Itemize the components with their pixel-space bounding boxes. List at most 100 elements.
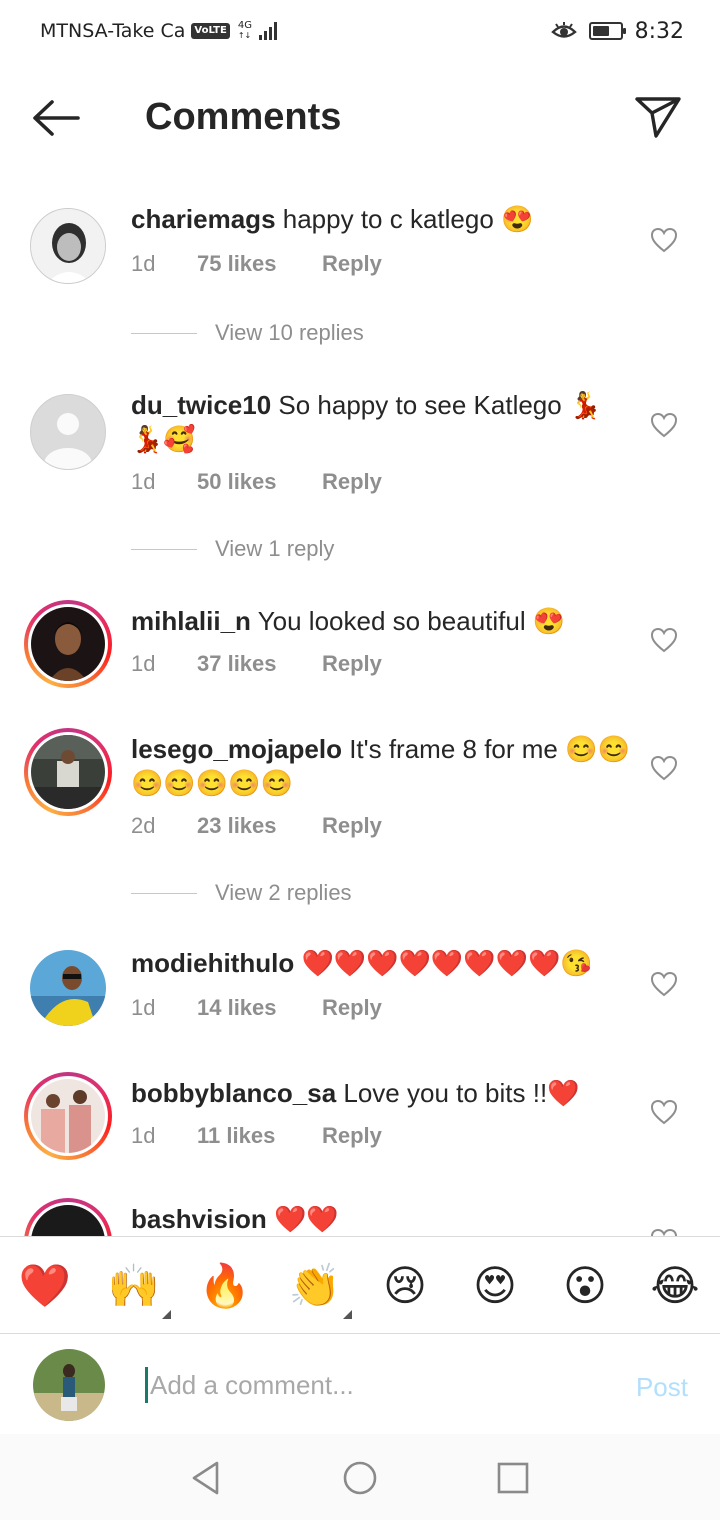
system-nav-bar	[0, 1434, 720, 1520]
comment-message: You looked so beautiful 😍	[257, 606, 566, 636]
status-right: 8:32	[550, 18, 684, 44]
emoji-heart-button[interactable]: ❤️	[18, 1259, 72, 1313]
avatar[interactable]	[24, 944, 112, 1032]
comment-username[interactable]: bobbyblanco_sa	[131, 1078, 336, 1108]
emoji-reaction-bar: ❤️ 🙌 🔥 👏 😢 😍 😮 😂	[0, 1236, 720, 1334]
network-type: 4G ↑↓	[237, 20, 252, 41]
comment-likes[interactable]: 50 likes	[197, 469, 322, 495]
square-recents-icon[interactable]	[493, 1458, 533, 1498]
avatar[interactable]	[24, 202, 112, 290]
comment-text: mihlalii_n You looked so beautiful 😍	[131, 604, 631, 638]
eye-comfort-icon	[550, 22, 577, 38]
comment-text: modiehithulo ❤️❤️❤️❤️❤️❤️❤️❤️😘	[131, 946, 631, 980]
reply-button[interactable]: Reply	[322, 469, 382, 495]
comment-likes[interactable]: 14 likes	[197, 995, 322, 1021]
comment-meta: 1d 37 likes Reply	[131, 651, 382, 677]
heart-icon[interactable]	[650, 412, 678, 438]
heart-icon[interactable]	[650, 1228, 678, 1236]
emoji-raised-hands-button[interactable]: 🙌	[107, 1259, 171, 1319]
view-replies-button[interactable]: View 10 replies	[131, 320, 364, 346]
divider	[131, 892, 197, 894]
heart-icon[interactable]	[650, 971, 678, 997]
comment-text: bobbyblanco_sa Love you to bits !!❤️	[131, 1076, 631, 1110]
comment-message: ❤️❤️❤️❤️❤️❤️❤️❤️😘	[301, 948, 593, 978]
avatar[interactable]	[24, 388, 112, 476]
current-user-avatar	[33, 1349, 105, 1421]
comment-input[interactable]	[145, 1367, 585, 1403]
avatar[interactable]	[24, 728, 112, 816]
comment-time: 1d	[131, 995, 156, 1020]
emoji-surprised-button[interactable]: 😮	[558, 1259, 612, 1313]
paper-plane-icon[interactable]	[634, 94, 682, 140]
view-replies-button[interactable]: View 2 replies	[131, 880, 352, 906]
emoji-clap-button[interactable]: 👏	[288, 1259, 352, 1319]
emoji-heart-eyes-button[interactable]: 😍	[468, 1259, 522, 1313]
view-replies-label: View 10 replies	[215, 320, 364, 345]
comment-text: du_twice10 So happy to see Katlego 💃💃🥰	[131, 388, 621, 456]
comment-meta: 1d 50 likes Reply	[131, 469, 382, 495]
view-replies-label: View 1 reply	[215, 536, 335, 561]
comment-text: bashvision ❤️❤️	[131, 1202, 631, 1236]
signal-icon	[258, 22, 277, 40]
page-title: Comments	[145, 96, 342, 138]
comment-time: 1d	[131, 1123, 156, 1148]
view-replies-label: View 2 replies	[215, 880, 352, 905]
comment-username[interactable]: bashvision	[131, 1204, 267, 1234]
triangle-back-icon[interactable]	[186, 1458, 226, 1498]
skin-tone-indicator-icon	[343, 1310, 352, 1319]
view-replies-button[interactable]: View 1 reply	[131, 536, 334, 562]
status-bar: MTNSA-Take Ca VoLTE 4G ↑↓ 8:32	[0, 0, 720, 62]
emoji-laughing-button[interactable]: 😂	[648, 1259, 702, 1313]
comment-username[interactable]: modiehithulo	[131, 948, 294, 978]
comment-meta: 1d 11 likes Reply	[131, 1123, 382, 1149]
skin-tone-indicator-icon	[162, 1310, 171, 1319]
comment-time: 2d	[131, 813, 156, 838]
divider	[131, 548, 197, 550]
battery-icon	[588, 22, 626, 40]
comment-message: Love you to bits !!❤️	[343, 1078, 580, 1108]
comment-username[interactable]: mihlalii_n	[131, 606, 251, 636]
divider	[131, 332, 197, 334]
comment-likes[interactable]: 11 likes	[197, 1123, 322, 1149]
reply-button[interactable]: Reply	[322, 651, 382, 677]
heart-icon[interactable]	[650, 627, 678, 653]
comments-list[interactable]: chariemags happy to c katlego 😍 1d 75 li…	[0, 174, 720, 1236]
heart-icon[interactable]	[650, 1099, 678, 1125]
emoji-fire-button[interactable]: 🔥	[198, 1259, 252, 1313]
clock: 8:32	[634, 18, 684, 44]
comment-meta: 2d 23 likes Reply	[131, 813, 382, 839]
comment-text: chariemags happy to c katlego 😍	[131, 202, 631, 236]
comment-time: 1d	[131, 251, 156, 276]
circle-home-icon[interactable]	[340, 1458, 380, 1498]
heart-icon[interactable]	[650, 755, 678, 781]
reply-button[interactable]: Reply	[322, 1123, 382, 1149]
reply-button[interactable]: Reply	[322, 251, 382, 277]
carrier-name: MTNSA-Take Ca	[40, 20, 186, 42]
avatar[interactable]	[24, 1198, 112, 1236]
comment-likes[interactable]: 37 likes	[197, 651, 322, 677]
avatar[interactable]	[24, 1072, 112, 1160]
comment-composer: Post	[0, 1334, 720, 1434]
header: Comments	[0, 62, 720, 174]
post-button[interactable]: Post	[636, 1372, 688, 1403]
comment-time: 1d	[131, 651, 156, 676]
comment-time: 1d	[131, 469, 156, 494]
comment-message: ❤️❤️	[274, 1204, 339, 1234]
comment-likes[interactable]: 23 likes	[197, 813, 322, 839]
comment-message: happy to c katlego 😍	[282, 204, 534, 234]
comment-text: lesego_mojapelo It's frame 8 for me 😊😊😊😊…	[131, 732, 631, 800]
comment-username[interactable]: du_twice10	[131, 390, 271, 420]
default-avatar-icon	[30, 394, 106, 470]
volte-badge: VoLTE	[191, 23, 230, 39]
reply-button[interactable]: Reply	[322, 995, 382, 1021]
heart-icon[interactable]	[650, 227, 678, 253]
comment-meta: 1d 75 likes Reply	[131, 251, 382, 277]
emoji-crying-button[interactable]: 😢	[378, 1259, 432, 1313]
avatar[interactable]	[24, 600, 112, 688]
comment-username[interactable]: lesego_mojapelo	[131, 734, 342, 764]
arrow-left-icon[interactable]	[30, 98, 82, 138]
comment-likes[interactable]: 75 likes	[197, 251, 322, 277]
comment-username[interactable]: chariemags	[131, 204, 276, 234]
comment-meta: 1d 14 likes Reply	[131, 995, 382, 1021]
reply-button[interactable]: Reply	[322, 813, 382, 839]
